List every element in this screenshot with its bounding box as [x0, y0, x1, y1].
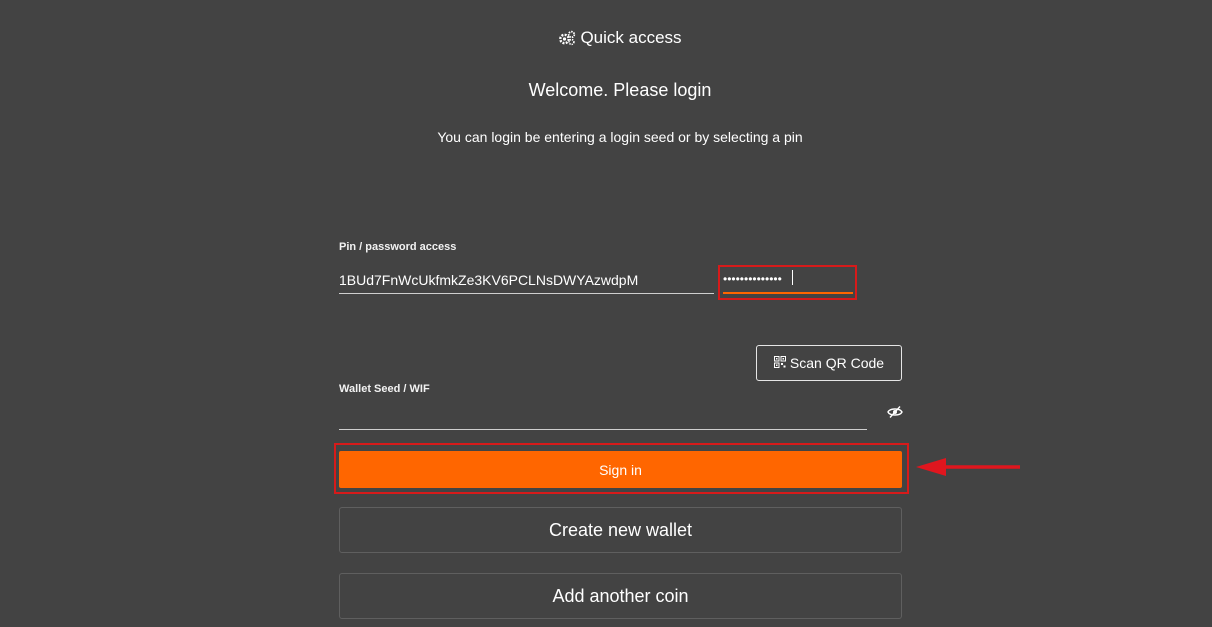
scan-qr-code-button[interactable]: Scan QR Code [756, 345, 902, 381]
page-header: Quick access [0, 28, 1212, 48]
wallet-seed-label: Wallet Seed / WIF [339, 383, 430, 395]
gears-icon [558, 30, 576, 46]
pin-access-label: Pin / password access [339, 241, 457, 253]
page-title: Quick access [580, 28, 682, 47]
address-input[interactable] [339, 266, 714, 294]
add-another-coin-button[interactable]: Add another coin [339, 573, 902, 619]
welcome-heading: Welcome. Please login [528, 80, 712, 100]
text-caret [792, 270, 793, 285]
arrow-annotation-icon [916, 458, 1020, 476]
wallet-seed-input[interactable] [339, 402, 867, 430]
scan-qr-code-label: Scan QR Code [789, 355, 885, 371]
login-instructions: You can login be entering a login seed o… [437, 129, 803, 145]
qr-code-icon [773, 355, 786, 371]
create-new-wallet-button[interactable]: Create new wallet [339, 507, 902, 553]
sign-in-button[interactable]: Sign in [339, 451, 902, 488]
pin-password-input[interactable] [723, 266, 853, 294]
login-page: Quick access Welcome. Please login You c… [0, 0, 1212, 627]
eye-slash-icon[interactable] [887, 405, 903, 419]
